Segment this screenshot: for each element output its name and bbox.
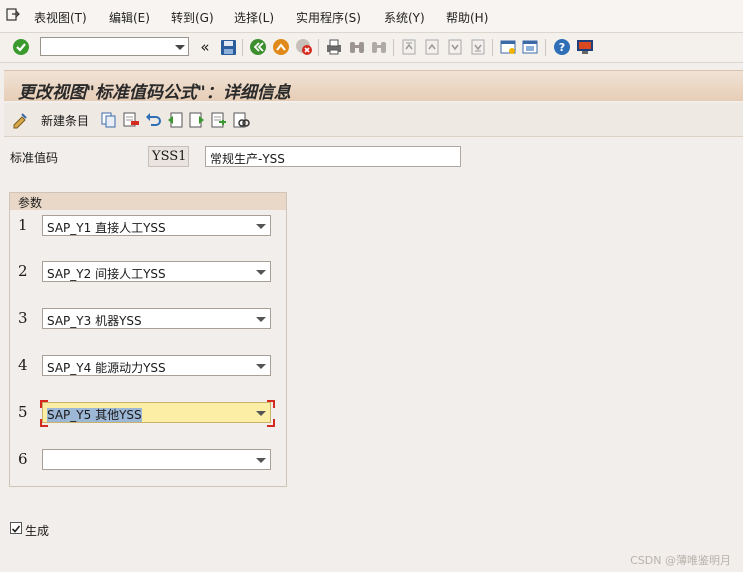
dropdown-arrow-icon[interactable] [256,224,266,229]
save-icon[interactable] [219,38,237,56]
back-icon[interactable] [249,38,267,56]
toolbar-separator [318,39,319,56]
find-icon[interactable] [348,38,366,56]
previous-entry-icon[interactable] [166,111,184,129]
toolbar-separator [393,39,394,56]
standard-value-key-description[interactable]: 常规生产-YSS [205,146,461,167]
next-entry-icon[interactable] [188,111,206,129]
undo-change-icon[interactable] [144,111,162,129]
parameter-number: 2 [18,262,28,280]
parameters-group: 参数 1 SAP_Y1 直接人工YSS 2 SAP_Y2 间接人工YSS 3 S… [9,192,287,487]
dropdown-arrow-icon[interactable] [256,270,266,275]
dropdown-arrow-icon[interactable] [256,364,266,369]
generate-checkbox[interactable] [10,522,22,534]
parameter-select-5[interactable]: SAP_Y5 其他YSS [42,402,271,423]
menu-utilities[interactable]: 实用程序(S) [296,9,361,26]
other-view-icon[interactable] [232,111,250,129]
menu-table-view[interactable]: 表视图(T) [34,9,87,26]
focus-corner [40,419,48,427]
parameter-select-4[interactable]: SAP_Y4 能源动力YSS [42,355,271,376]
watermark: CSDN @薄唯鉴明月 [630,554,731,567]
parameter-number: 4 [18,356,28,374]
select-all-icon[interactable] [210,111,228,129]
previous-page-icon[interactable] [423,38,441,56]
system-menu-icon[interactable] [6,8,20,22]
checkmark-icon [11,525,21,533]
parameter-value: SAP_Y4 能源动力YSS [47,361,166,375]
menu-selection[interactable]: 选择(L) [234,9,274,26]
screen-title-bar: 更改视图"标准值码公式"：详细信息 [4,70,743,103]
copy-as-icon[interactable] [100,111,118,129]
dropdown-arrow-icon[interactable] [256,458,266,463]
standard-value-key-field: YSS1 [148,146,189,167]
parameter-number: 1 [18,216,28,234]
focus-corner [267,419,275,427]
parameters-group-header: 参数 [10,193,286,210]
delete-icon[interactable] [122,111,140,129]
focus-corner [40,400,48,408]
menu-system[interactable]: 系统(Y) [384,9,425,26]
menu-edit[interactable]: 编辑(E) [109,9,150,26]
parameters-group-title: 参数 [18,196,43,210]
first-page-icon[interactable] [400,38,418,56]
collapse-icon[interactable]: « [196,38,214,56]
dropdown-arrow-icon[interactable] [256,317,266,322]
last-page-icon[interactable] [469,38,487,56]
dropdown-arrow-icon[interactable] [256,411,266,416]
menu-goto[interactable]: 转到(G) [171,9,214,26]
display-change-icon[interactable] [12,111,30,129]
exit-icon[interactable] [272,38,290,56]
generate-label: 生成 [25,524,50,538]
toolbar-separator [242,39,243,56]
enter-check-icon[interactable] [12,38,30,56]
find-next-icon[interactable] [370,38,388,56]
help-icon[interactable]: ? [553,38,571,56]
print-icon[interactable] [325,38,343,56]
svg-text:?: ? [559,41,565,54]
menu-help[interactable]: 帮助(H) [446,9,488,26]
standard-toolbar: « ? [0,33,743,63]
new-entries-button[interactable]: 新建条目 [41,112,89,129]
new-session-icon[interactable] [499,38,517,56]
parameter-select-2[interactable]: SAP_Y2 间接人工YSS [42,261,271,282]
parameter-select-1[interactable]: SAP_Y1 直接人工YSS [42,215,271,236]
shortcut-icon[interactable] [521,38,539,56]
toolbar-separator [545,39,546,56]
parameter-value: SAP_Y1 直接人工YSS [47,221,166,235]
page-title: 更改视图"标准值码公式"：详细信息 [18,83,291,103]
toolbar-separator [492,39,493,56]
cancel-icon[interactable] [295,38,313,56]
parameter-select-6[interactable] [42,449,271,470]
parameter-value: SAP_Y3 机器YSS [47,314,142,328]
next-page-icon[interactable] [446,38,464,56]
parameter-number: 6 [18,450,28,468]
parameter-value: SAP_Y2 间接人工YSS [47,267,166,281]
customize-layout-icon[interactable] [576,38,594,56]
command-dropdown-icon[interactable] [175,45,185,50]
menu-bar: 表视图(T) 编辑(E) 转到(G) 选择(L) 实用程序(S) 系统(Y) 帮… [0,0,743,33]
application-toolbar: 新建条目 [4,103,743,137]
parameter-number: 5 [18,403,28,421]
parameter-value: SAP_Y5 其他YSS [47,408,142,422]
parameter-select-3[interactable]: SAP_Y3 机器YSS [42,308,271,329]
command-field[interactable] [40,37,189,56]
standard-value-key-label: 标准值码 [10,151,59,165]
focus-corner [267,400,275,408]
parameter-number: 3 [18,309,28,327]
